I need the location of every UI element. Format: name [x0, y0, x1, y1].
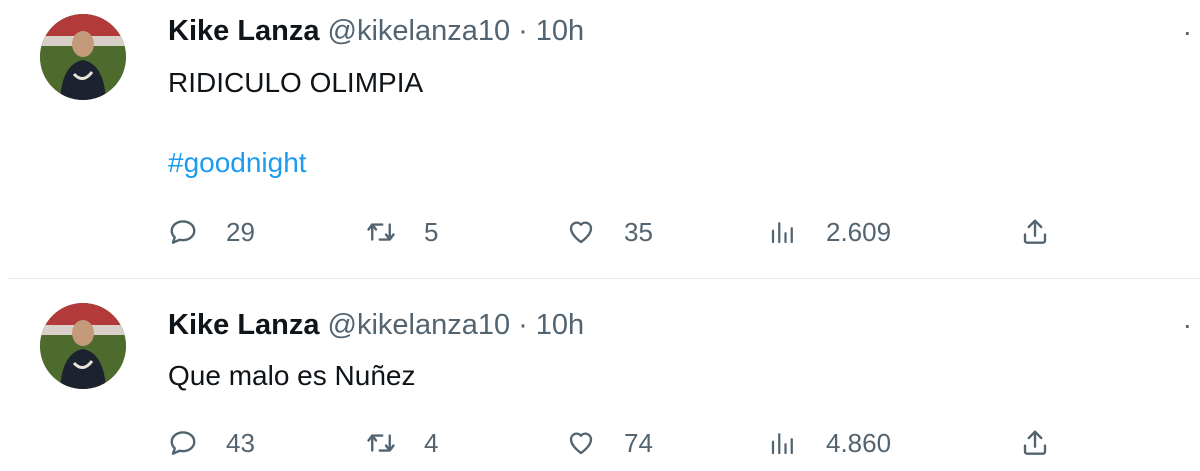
retweet-count: 4 — [424, 427, 439, 458]
more-icon[interactable]: · — [1183, 309, 1194, 341]
separator: · — [518, 309, 528, 341]
share-button[interactable] — [1020, 423, 1050, 463]
like-count: 35 — [624, 216, 653, 247]
reply-icon — [170, 220, 196, 244]
retweet-button[interactable]: 5 — [366, 212, 438, 252]
views-button[interactable]: 4.860 — [768, 423, 891, 463]
reply-button[interactable]: 29 — [168, 212, 255, 252]
share-icon — [1023, 219, 1047, 244]
retweet-count: 5 — [424, 216, 439, 247]
like-count: 74 — [624, 427, 653, 458]
reply-count: 43 — [226, 427, 255, 458]
like-icon — [569, 432, 593, 455]
views-count: 2.609 — [826, 216, 892, 247]
views-icon — [771, 433, 793, 455]
share-button[interactable] — [1020, 212, 1050, 252]
views-button[interactable]: 2.609 — [768, 212, 891, 252]
timestamp[interactable]: 10h — [536, 309, 584, 342]
timestamp[interactable]: 10h — [536, 15, 584, 48]
separator: · — [518, 15, 528, 47]
tweet-text: Que malo es Nuñez — [168, 360, 416, 391]
like-button[interactable]: 35 — [566, 212, 653, 252]
tweet-actions: 29 5 35 2.609 — [168, 212, 1048, 252]
user-handle[interactable]: @kikelanza10 — [328, 309, 511, 342]
user-handle[interactable]: @kikelanza10 — [328, 15, 511, 48]
tweet[interactable]: Kike Lanza @kikelanza10 · 10h · RIDICULO… — [8, 0, 1200, 279]
tweet-header: Kike Lanza @kikelanza10 · 10h — [168, 15, 584, 48]
reply-count: 29 — [226, 216, 255, 247]
display-name[interactable]: Kike Lanza — [168, 309, 320, 342]
tweet-text: RIDICULO OLIMPIA — [168, 67, 424, 98]
hashtag-link[interactable]: #goodnight — [168, 147, 307, 179]
more-icon[interactable]: · — [1183, 16, 1194, 48]
views-count: 4.860 — [826, 427, 892, 458]
retweet-icon — [367, 434, 395, 452]
share-icon — [1023, 430, 1047, 455]
tweet[interactable]: Kike Lanza @kikelanza10 · 10h · Que malo… — [8, 279, 1200, 471]
display-name[interactable]: Kike Lanza — [168, 15, 320, 48]
avatar[interactable] — [40, 303, 126, 389]
retweet-button[interactable]: 4 — [366, 423, 438, 463]
views-icon — [771, 222, 793, 244]
like-button[interactable]: 74 — [566, 423, 653, 463]
avatar[interactable] — [40, 14, 126, 100]
tweet-header: Kike Lanza @kikelanza10 · 10h — [168, 309, 584, 342]
reply-icon — [170, 431, 196, 455]
reply-button[interactable]: 43 — [168, 423, 255, 463]
like-icon — [569, 221, 593, 244]
tweet-actions: 43 4 74 4.860 — [168, 423, 1048, 463]
retweet-icon — [367, 223, 395, 241]
